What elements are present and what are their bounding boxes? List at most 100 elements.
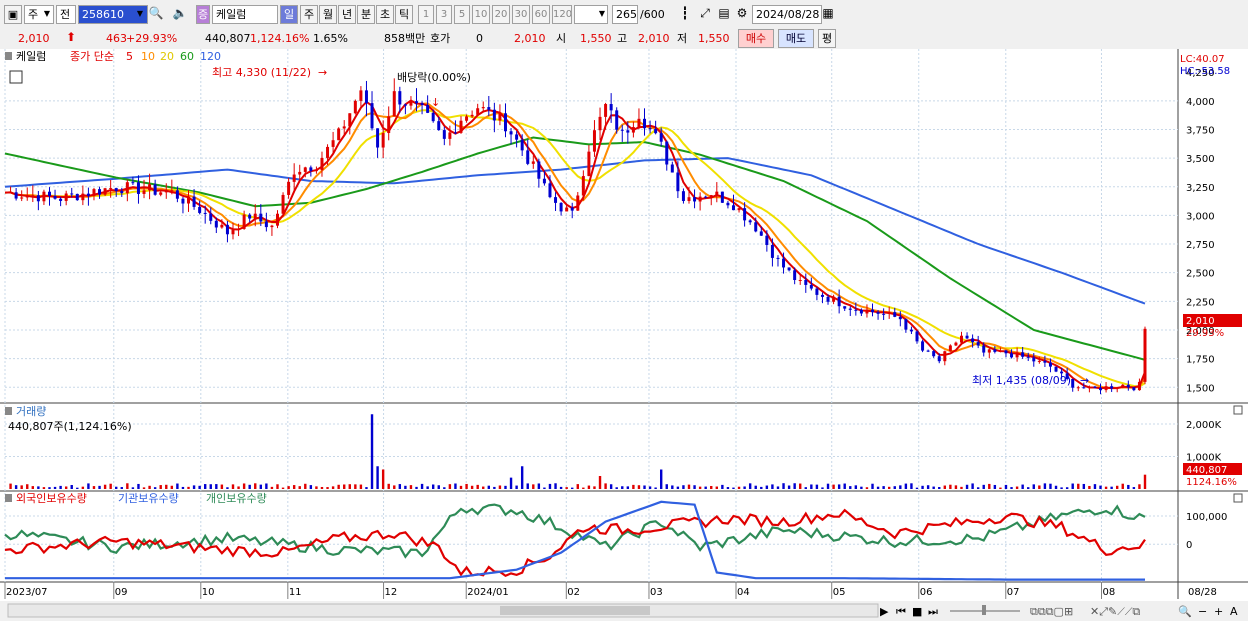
volume-bar	[993, 484, 997, 489]
zoom-icon[interactable]: 🔍	[1178, 604, 1192, 618]
play-icon[interactable]: ▶	[880, 605, 889, 618]
speaker-icon[interactable]: 🔈	[166, 5, 194, 22]
fast-forward-icon[interactable]: ⏭	[928, 605, 938, 618]
candle-type-icon[interactable]: ┇	[676, 5, 694, 22]
tab-second[interactable]: 초	[376, 5, 394, 24]
interval-1[interactable]: 1	[418, 5, 434, 24]
window-menu-icon[interactable]: ▣	[4, 5, 22, 24]
calendar-icon[interactable]: ▦	[820, 5, 836, 22]
interval-120[interactable]: 120	[552, 5, 572, 24]
zoom-out-icon[interactable]: −	[1198, 605, 1207, 618]
candle-body	[381, 133, 385, 148]
interval-chevron-down-icon[interactable]: ▼	[596, 5, 608, 22]
time-tick-label: 05	[833, 587, 846, 598]
volume-bar	[799, 483, 802, 489]
interval-5[interactable]: 5	[454, 5, 470, 24]
draw-tool-icon[interactable]: ⤢	[696, 5, 714, 22]
foreign-holding-legend: 외국인보유수량	[16, 492, 87, 505]
volume-bar	[671, 485, 674, 489]
bar-count-input[interactable]: 265	[612, 5, 638, 24]
bar-count-total: /600	[640, 8, 665, 21]
interval-10[interactable]: 10	[472, 5, 490, 24]
tab-day[interactable]: 일	[280, 5, 298, 24]
volume-bar	[482, 486, 485, 489]
candle-body	[1121, 384, 1125, 388]
holding-options-icon[interactable]	[5, 494, 12, 502]
hc-label: HC:-53.58	[1180, 66, 1230, 77]
candle-body	[859, 309, 863, 314]
zoom-slider-thumb[interactable]	[982, 605, 986, 615]
time-tick-label: 06	[920, 587, 933, 598]
interval-3[interactable]: 3	[436, 5, 452, 24]
tab-year[interactable]: 년	[338, 5, 356, 24]
candle-body	[287, 181, 291, 195]
volume-bar	[1115, 485, 1119, 489]
save-icon[interactable]: ▤	[716, 5, 732, 22]
interval-60[interactable]: 60	[532, 5, 550, 24]
tab-tick[interactable]: 틱	[395, 5, 413, 24]
tab-month[interactable]: 월	[319, 5, 337, 24]
tab-week[interactable]: 주	[300, 5, 318, 24]
volume-bar	[637, 485, 641, 489]
stock-name-field[interactable]: 케일럼	[212, 5, 278, 24]
volume-bar	[887, 486, 891, 489]
volume-bar	[126, 483, 129, 489]
horizontal-scrollbar[interactable]	[7, 603, 879, 618]
candle-body	[342, 126, 346, 129]
candle-body	[309, 167, 313, 171]
scroll-thumb[interactable]	[500, 606, 650, 615]
volume-value: 440,807	[205, 32, 251, 45]
candle-body	[598, 116, 602, 131]
zoom-in-icon[interactable]: +	[1214, 605, 1223, 618]
layout-icons[interactable]: ⧉⧉⧉▢⊞	[1030, 605, 1073, 618]
sell-button[interactable]: 매도	[778, 29, 814, 48]
up-arrow-icon: ⬆	[66, 30, 77, 44]
interval-20[interactable]: 20	[492, 5, 510, 24]
candle-body	[909, 329, 913, 332]
stock-chart[interactable]: 1,5001,7502,0002,2502,5002,7503,0003,250…	[0, 49, 1248, 621]
drawing-icons[interactable]: ✕⤢✎⟋⟋⧉	[1090, 605, 1140, 618]
candle-body	[181, 198, 185, 204]
candle-body	[36, 195, 40, 202]
candle-body	[353, 100, 357, 114]
fast-back-icon[interactable]: ⏮	[896, 605, 906, 618]
candle-body	[237, 228, 241, 231]
candle-body	[915, 331, 919, 342]
gear-icon[interactable]: ⚙	[734, 5, 750, 22]
tab-minute[interactable]: 분	[357, 5, 375, 24]
price-tick-label: 2,750	[1186, 240, 1215, 251]
code-chevron-down-icon[interactable]: ▼	[134, 5, 146, 22]
individual-holding-legend: 개인보유수량	[206, 492, 267, 505]
volume-bar	[59, 485, 62, 489]
candle-body	[1043, 360, 1047, 363]
candle-body	[109, 188, 113, 190]
market-chevron-down-icon[interactable]: ▼	[42, 5, 52, 22]
volume-bar	[849, 486, 852, 489]
candle-body	[1071, 378, 1075, 388]
candle-body	[298, 171, 302, 175]
volume-bar	[582, 487, 585, 489]
candle-body	[231, 230, 235, 235]
candle-body	[793, 270, 797, 281]
search-icon[interactable]: 🔍	[148, 5, 164, 22]
prev-button[interactable]: 전	[56, 5, 76, 24]
volume-bar	[415, 486, 418, 489]
volume-bar	[904, 483, 908, 489]
font-size-icon[interactable]: A	[1230, 605, 1238, 618]
candle-body	[487, 107, 491, 110]
volume-bar	[1071, 483, 1074, 489]
candle-body	[442, 130, 446, 139]
date-field[interactable]: 2024/08/28	[752, 5, 822, 24]
candle-body	[492, 109, 496, 121]
stop-icon[interactable]: ■	[912, 605, 922, 618]
interval-30[interactable]: 30	[512, 5, 530, 24]
price-tick-label: 3,000	[1186, 211, 1215, 222]
volume-options-icon[interactable]	[5, 407, 12, 415]
volume-bar	[760, 486, 763, 489]
candle-body	[1026, 356, 1030, 358]
price-change: 463	[106, 32, 127, 45]
panel-options-icon[interactable]	[5, 52, 12, 60]
eval-button[interactable]: 평	[818, 29, 836, 48]
volume-bar	[26, 484, 29, 489]
buy-button[interactable]: 매수	[738, 29, 774, 48]
